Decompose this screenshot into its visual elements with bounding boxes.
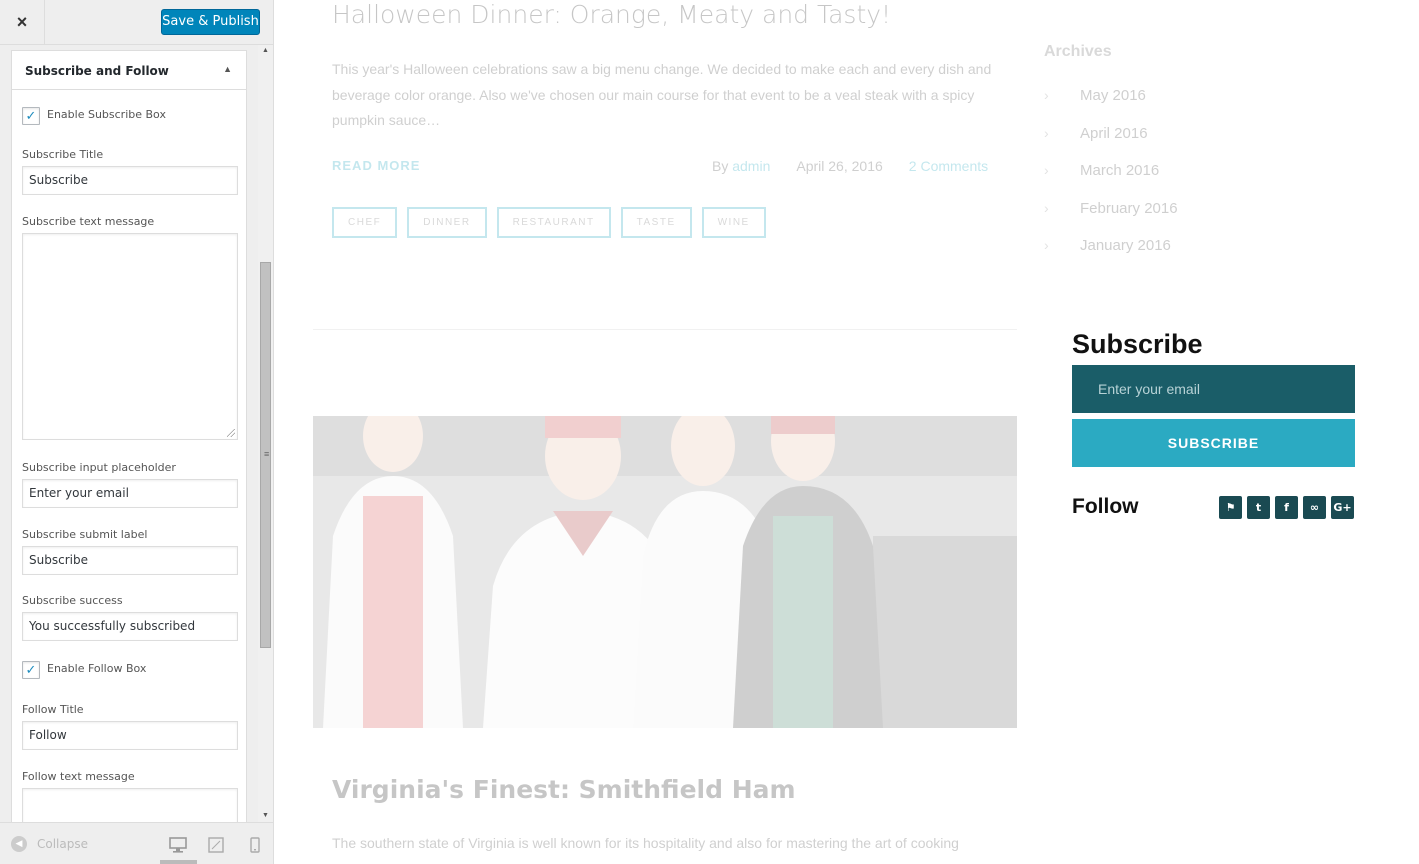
submit-label-label: Subscribe submit label	[22, 528, 148, 541]
enable-follow-checkbox[interactable]: ✓	[22, 661, 40, 679]
archive-label: April 2016	[1080, 124, 1148, 142]
tag-restaurant[interactable]: RESTAURANT	[496, 207, 611, 238]
post-divider	[313, 329, 1017, 330]
read-more-link[interactable]: READ MORE	[332, 158, 420, 173]
customizer-controls: Subscribe and Follow ▲ ✓ Enable Subscrib…	[0, 45, 258, 822]
archive-item[interactable]: › May 2016	[1044, 87, 1178, 125]
post-title[interactable]: Virginia's Finest: Smithfield Ham	[332, 775, 796, 804]
grip-icon: ≡	[264, 449, 270, 459]
section-title: Subscribe and Follow	[25, 64, 169, 78]
scroll-thumb[interactable]: ≡	[260, 262, 271, 648]
follow-text-label: Follow text message	[22, 770, 135, 783]
subscribe-title-label: Subscribe Title	[22, 148, 104, 161]
submit-label-input[interactable]: Subscribe	[22, 546, 238, 575]
follow-title-label: Follow Title	[22, 703, 84, 716]
post-excerpt: This year's Halloween celebrations saw a…	[332, 61, 992, 128]
chevron-right-icon: ›	[1044, 237, 1049, 253]
mobile-preview-icon[interactable]	[245, 835, 265, 855]
subscribe-email-input[interactable]	[1072, 365, 1355, 413]
archive-label: May 2016	[1080, 87, 1146, 104]
collapse-icon: ◀	[11, 836, 27, 852]
tablet-preview-icon[interactable]	[206, 835, 226, 855]
archive-label: January 2016	[1080, 237, 1171, 254]
foursquare-icon[interactable]: ⚑	[1219, 496, 1242, 519]
post-meta: By admin April 26, 2016 2 Comments	[712, 158, 988, 174]
twitter-icon[interactable]: t	[1247, 496, 1270, 519]
chevron-right-icon: ›	[1044, 87, 1049, 103]
tag-wine[interactable]: WINE	[701, 207, 766, 238]
social-icons: ⚑ t f ∞ G+	[1219, 496, 1354, 519]
active-device-indicator	[160, 860, 197, 864]
author-link[interactable]: admin	[732, 158, 770, 174]
collapse-arrow-icon[interactable]: ▲	[223, 64, 232, 74]
save-publish-button[interactable]: Save & Publish	[161, 9, 260, 35]
checkmark-icon: ✓	[25, 108, 37, 123]
tripadvisor-icon[interactable]: ∞	[1303, 496, 1326, 519]
follow-widget-title: Follow	[1072, 495, 1139, 518]
google-plus-icon[interactable]: G+	[1331, 496, 1354, 519]
archive-item[interactable]: › April 2016	[1044, 125, 1178, 163]
enable-subscribe-checkbox[interactable]: ✓	[22, 107, 40, 125]
archive-item[interactable]: › March 2016	[1044, 162, 1178, 200]
post-title[interactable]: Halloween Dinner: Orange, Meaty and Tast…	[332, 0, 891, 29]
post-author: By admin	[712, 158, 770, 174]
enable-subscribe-label: Enable Subscribe Box	[47, 108, 166, 121]
post-excerpt: The southern state of Virginia is well k…	[332, 835, 959, 851]
resize-handle-icon[interactable]	[227, 429, 235, 437]
post-tags: CHEF DINNER RESTAURANT TASTE WINE	[332, 207, 766, 238]
tag-taste[interactable]: TASTE	[620, 207, 692, 238]
comments-link[interactable]: 2 Comments	[909, 158, 988, 174]
section-header[interactable]: Subscribe and Follow ▲	[12, 51, 246, 90]
checkmark-icon: ✓	[25, 662, 37, 677]
follow-text-textarea[interactable]	[22, 788, 238, 822]
chefs-photo-image	[313, 416, 1017, 728]
collapse-label: Collapse	[37, 837, 88, 851]
customizer-sidebar: × Save & Publish Subscribe and Follow ▲ …	[0, 0, 274, 864]
tag-dinner[interactable]: DINNER	[407, 207, 487, 238]
scroll-up-icon[interactable]: ▲	[258, 45, 273, 57]
chevron-right-icon: ›	[1044, 162, 1049, 178]
subscribe-text-label: Subscribe text message	[22, 215, 155, 228]
desktop-preview-icon[interactable]	[168, 835, 188, 855]
customizer-footer: ◀ Collapse	[0, 822, 273, 864]
subscribe-success-label: Subscribe success	[22, 594, 123, 607]
site-preview: Halloween Dinner: Orange, Meaty and Tast…	[274, 0, 1419, 864]
sidebar-scrollbar[interactable]: ▲ ≡ ▼	[258, 45, 273, 822]
subscribe-button[interactable]: SUBSCRIBE	[1072, 419, 1355, 467]
subscribe-text-textarea[interactable]	[22, 233, 238, 440]
archive-item[interactable]: › January 2016	[1044, 237, 1178, 275]
archive-label: February 2016	[1080, 199, 1178, 217]
enable-follow-label: Enable Follow Box	[47, 662, 147, 675]
post-featured-image[interactable]	[313, 416, 1017, 728]
scroll-down-icon[interactable]: ▼	[258, 810, 273, 822]
input-placeholder-label: Subscribe input placeholder	[22, 461, 176, 474]
archives-title: Archives	[1044, 43, 1112, 60]
subscribe-widget-title: Subscribe	[1072, 329, 1203, 359]
by-label: By	[712, 158, 729, 174]
facebook-icon[interactable]: f	[1275, 496, 1298, 519]
archive-label: March 2016	[1080, 162, 1160, 179]
post-date: April 26, 2016	[796, 158, 883, 174]
follow-title-input[interactable]: Follow	[22, 721, 238, 750]
collapse-button[interactable]: ◀ Collapse	[11, 836, 88, 852]
chevron-right-icon: ›	[1044, 199, 1049, 216]
tag-chef[interactable]: CHEF	[332, 207, 398, 238]
customizer-header: × Save & Publish	[0, 0, 273, 45]
input-placeholder-input[interactable]: Enter your email	[22, 479, 238, 508]
close-icon[interactable]: ×	[0, 0, 45, 45]
archives-list: › May 2016 › April 2016 › March 2016 › Febru…	[1044, 87, 1178, 275]
subscribe-follow-section: Subscribe and Follow ▲ ✓ Enable Subscrib…	[11, 50, 247, 822]
subscribe-success-input[interactable]: You successfully subscribed	[22, 612, 238, 641]
chevron-right-icon: ›	[1044, 124, 1049, 141]
archive-item[interactable]: › February 2016	[1044, 200, 1178, 238]
subscribe-title-input[interactable]: Subscribe	[22, 166, 238, 195]
